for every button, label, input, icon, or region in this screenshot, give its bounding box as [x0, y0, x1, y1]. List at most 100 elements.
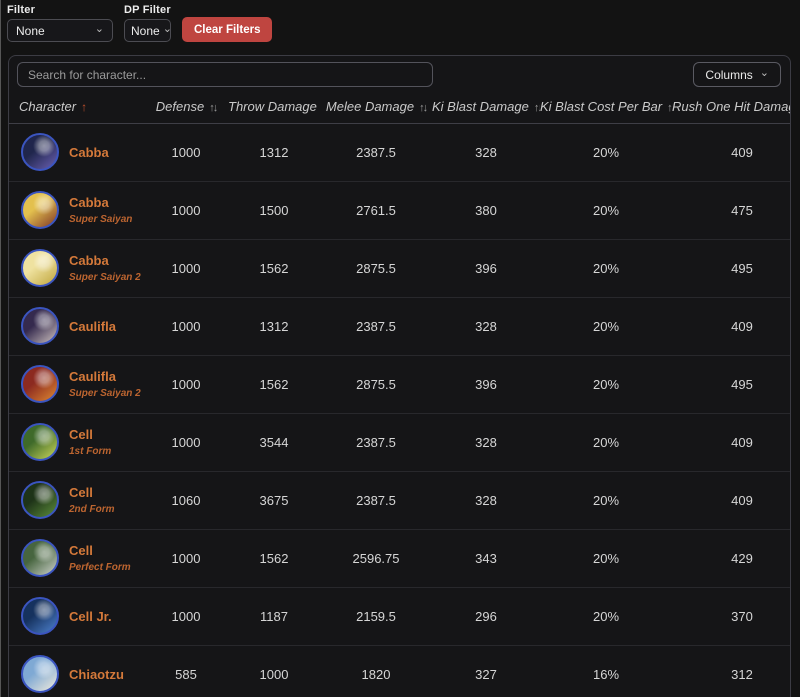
- ki-blast-damage-value: 328: [432, 123, 540, 181]
- ki-blast-damage-value: 396: [432, 239, 540, 297]
- melee-damage-value: 1820: [320, 645, 432, 697]
- rush-one-hit-damage-value: 409: [672, 413, 791, 471]
- dp-filter-group: DP Filter None ⌄: [124, 4, 171, 42]
- filter-label: Filter: [7, 4, 113, 16]
- character-name: Cell: [69, 543, 131, 558]
- defense-value: 1000: [144, 413, 228, 471]
- ki-blast-damage-value: 328: [432, 297, 540, 355]
- column-label: Ki Blast Cost Per Bar: [540, 99, 662, 114]
- character-name-block: Cabba: [69, 145, 109, 160]
- melee-damage-value: 2875.5: [320, 355, 432, 413]
- character-name-block: Cell Perfect Form: [69, 543, 131, 573]
- table-row[interactable]: CabbaSuper Saiyan100015002761.538020%475: [9, 181, 791, 239]
- column-header-defense[interactable]: Defense↑↓: [144, 91, 228, 123]
- column-header-ki-blast-damage[interactable]: Ki Blast Damage↑↓: [432, 91, 540, 123]
- column-label: Melee Damage: [326, 99, 414, 114]
- character-name: Cabba: [69, 195, 132, 210]
- column-label: Character: [19, 99, 76, 114]
- ki-blast-damage-value: 328: [432, 471, 540, 529]
- ki-blast-cost-per-bar-value: 20%: [540, 355, 672, 413]
- ki-blast-damage-value: 327: [432, 645, 540, 697]
- table-row[interactable]: Cell2nd Form106036752387.532820%409: [9, 471, 791, 529]
- melee-damage-value: 2596.75: [320, 529, 432, 587]
- dp-filter-select[interactable]: None ⌄: [124, 19, 171, 42]
- table-row[interactable]: CauliflaSuper Saiyan 2100015622875.53962…: [9, 355, 791, 413]
- rush-one-hit-damage-value: 429: [672, 529, 791, 587]
- table-header-row: Character↑Defense↑↓Throw Damage↑↓Melee D…: [9, 91, 791, 123]
- character-cell-content: CauliflaSuper Saiyan 2: [9, 365, 144, 403]
- character-stats-table: Character↑Defense↑↓Throw Damage↑↓Melee D…: [9, 91, 791, 697]
- table-body: Cabba100013122387.532820%409CabbaSuper S…: [9, 123, 791, 697]
- ki-blast-cost-per-bar-value: 20%: [540, 297, 672, 355]
- character-cell-content: CabbaSuper Saiyan 2: [9, 249, 144, 287]
- cabba-super-saiyan-2-portrait-icon: [21, 249, 59, 287]
- clear-filters-button[interactable]: Clear Filters: [182, 17, 272, 42]
- ki-blast-cost-per-bar-value: 20%: [540, 413, 672, 471]
- column-header-ki-blast-cost-per-bar[interactable]: Ki Blast Cost Per Bar↑↓: [540, 91, 672, 123]
- table-row[interactable]: Chiaotzu5851000182032716%312: [9, 645, 791, 697]
- character-cell-content: Chiaotzu: [9, 655, 144, 693]
- throw-damage-value: 1562: [228, 529, 320, 587]
- melee-damage-value: 2387.5: [320, 471, 432, 529]
- table-row[interactable]: Cell Jr.100011872159.529620%370: [9, 587, 791, 645]
- character-name: Cell: [69, 485, 115, 500]
- melee-damage-value: 2387.5: [320, 123, 432, 181]
- character-cell: CabbaSuper Saiyan: [9, 181, 144, 239]
- character-name-block: CabbaSuper Saiyan: [69, 195, 132, 225]
- throw-damage-value: 1312: [228, 123, 320, 181]
- table-row[interactable]: CabbaSuper Saiyan 2100015622875.539620%4…: [9, 239, 791, 297]
- character-name-block: CauliflaSuper Saiyan 2: [69, 369, 141, 399]
- column-header-character[interactable]: Character↑: [9, 91, 144, 123]
- ki-blast-damage-value: 380: [432, 181, 540, 239]
- cell-2nd-form-portrait-icon: [21, 481, 59, 519]
- chiaotzu-portrait-icon: [21, 655, 59, 693]
- character-form: Perfect Form: [69, 562, 131, 573]
- throw-damage-value: 1500: [228, 181, 320, 239]
- cell-jr-portrait-icon: [21, 597, 59, 635]
- character-table-panel: Columns ⌄ Character↑Defense↑↓Throw Damag…: [8, 55, 791, 697]
- cabba-super-saiyan-portrait-icon: [21, 191, 59, 229]
- character-form: 2nd Form: [69, 504, 115, 515]
- filter-bar: Filter None ⌄ DP Filter None ⌄ Clear Fil…: [0, 0, 800, 42]
- character-name: Chiaotzu: [69, 667, 124, 682]
- table-row[interactable]: Caulifla100013122387.532820%409: [9, 297, 791, 355]
- ki-blast-damage-value: 396: [432, 355, 540, 413]
- character-name: Cell: [69, 427, 111, 442]
- cell-1st-form-portrait-icon: [21, 423, 59, 461]
- table-row[interactable]: CellPerfect Form100015622596.7534320%429: [9, 529, 791, 587]
- table-row[interactable]: Cell1st Form100035442387.532820%409: [9, 413, 791, 471]
- character-cell: Cabba: [9, 123, 144, 181]
- character-cell: Cell Perfect Form: [9, 529, 144, 587]
- table-row[interactable]: Cabba100013122387.532820%409: [9, 123, 791, 181]
- character-name-block: Caulifla: [69, 319, 116, 334]
- character-cell-content: CabbaSuper Saiyan: [9, 191, 144, 229]
- rush-one-hit-damage-value: 312: [672, 645, 791, 697]
- ki-blast-cost-per-bar-value: 20%: [540, 239, 672, 297]
- cabba-portrait-icon: [21, 133, 59, 171]
- columns-button-label: Columns: [705, 68, 752, 82]
- character-cell-content: Cell Perfect Form: [9, 539, 144, 577]
- column-header-throw-damage[interactable]: Throw Damage↑↓: [228, 91, 320, 123]
- table-toolbar: Columns ⌄: [9, 56, 790, 89]
- rush-one-hit-damage-value: 409: [672, 471, 791, 529]
- caulifla-portrait-icon: [21, 307, 59, 345]
- character-cell: CauliflaSuper Saiyan 2: [9, 355, 144, 413]
- melee-damage-value: 2387.5: [320, 413, 432, 471]
- column-label: Ki Blast Damage: [432, 99, 529, 114]
- character-form: Super Saiyan 2: [69, 388, 141, 399]
- ki-blast-cost-per-bar-value: 16%: [540, 645, 672, 697]
- character-cell-content: Cell Jr.: [9, 597, 144, 635]
- search-input[interactable]: [17, 62, 433, 87]
- throw-damage-value: 1187: [228, 587, 320, 645]
- character-cell-content: Caulifla: [9, 307, 144, 345]
- column-header-melee-damage[interactable]: Melee Damage↑↓: [320, 91, 432, 123]
- column-header-rush-one-hit-damage[interactable]: Rush One Hit Damage↑↓: [672, 91, 791, 123]
- columns-button[interactable]: Columns ⌄: [693, 62, 781, 87]
- character-form: 1st Form: [69, 446, 111, 457]
- character-cell: Cell 2nd Form: [9, 471, 144, 529]
- character-name-block: Cell 2nd Form: [69, 485, 115, 515]
- throw-damage-value: 1000: [228, 645, 320, 697]
- filter-select-value: None: [16, 24, 45, 38]
- defense-value: 1000: [144, 297, 228, 355]
- filter-select[interactable]: None ⌄: [7, 19, 113, 42]
